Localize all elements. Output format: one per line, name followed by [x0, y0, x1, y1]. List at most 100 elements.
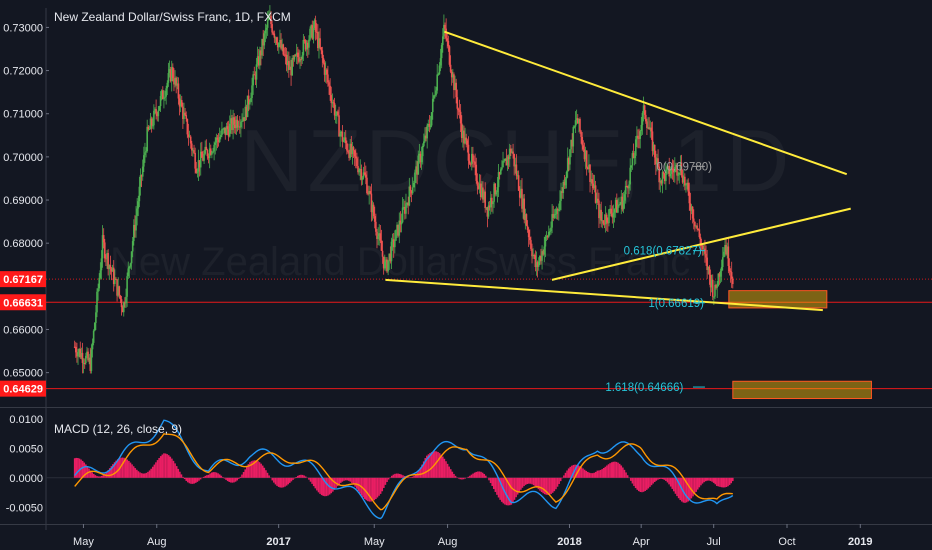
candle-body — [373, 216, 376, 222]
macd-tick-label: -0.0050 — [6, 502, 43, 514]
candle-body — [99, 270, 102, 278]
candle-body — [610, 208, 613, 214]
candle-body — [475, 164, 478, 181]
x-tick-label: Jul — [707, 536, 721, 548]
candle-body — [213, 144, 215, 152]
candle-body — [458, 110, 461, 112]
candle-body — [319, 38, 321, 48]
candle-body — [557, 209, 560, 211]
candle-body — [544, 237, 547, 247]
candle-body — [405, 203, 407, 214]
candle-body — [528, 237, 531, 241]
candle-body — [436, 74, 439, 91]
candle-body — [206, 150, 209, 157]
candle-body — [184, 112, 186, 116]
candle-body — [696, 225, 698, 229]
y-tick-label: 0.70000 — [3, 152, 43, 164]
candle-body — [151, 125, 154, 127]
candle-body — [228, 123, 231, 137]
candle-body — [167, 73, 170, 83]
price-badge-label: 0.67167 — [3, 274, 43, 286]
candle-body — [721, 257, 724, 268]
candle-body — [457, 108, 460, 111]
candle-body — [646, 121, 648, 128]
candle-body — [549, 231, 551, 233]
candle-body — [387, 260, 389, 272]
candle-body — [468, 160, 471, 164]
candle-body — [476, 180, 479, 186]
candle-body — [543, 246, 546, 255]
macd-tick-label: 0.0100 — [9, 414, 43, 426]
candle-body — [465, 137, 468, 141]
candle-body — [131, 241, 134, 252]
candle-body — [381, 250, 384, 257]
candle-body — [474, 161, 476, 165]
candle-body — [417, 155, 420, 175]
candle-body — [377, 236, 379, 239]
candle-body — [502, 161, 504, 168]
candle-body — [469, 163, 472, 165]
candle-body — [141, 166, 144, 177]
candle-body — [102, 235, 105, 243]
price-badge-label: 0.64629 — [3, 384, 43, 396]
candle-body — [165, 88, 167, 97]
candle-body — [185, 115, 188, 119]
trendline — [551, 207, 851, 281]
x-tick-label: May — [73, 536, 94, 548]
candle-body — [630, 165, 633, 168]
candle-body — [515, 164, 518, 176]
x-tick-label: Apr — [633, 536, 650, 548]
candle-body — [344, 137, 347, 144]
candle-body — [92, 330, 95, 343]
x-tick-label: 2018 — [557, 536, 581, 548]
candle-body — [698, 229, 701, 238]
candle-body — [194, 152, 196, 169]
candle-body — [711, 279, 714, 297]
candle-body — [251, 85, 253, 98]
candle-body — [265, 27, 268, 30]
chart-title: New Zealand Dollar/Swiss Franc, 1D, FXCM — [54, 10, 291, 24]
candle-body — [85, 355, 87, 363]
candle-body — [687, 182, 689, 192]
candle-body — [97, 288, 99, 292]
candle-body — [278, 42, 280, 48]
candle-body — [90, 349, 93, 371]
candle-body — [591, 179, 594, 184]
candle-body — [312, 28, 315, 39]
candle-body — [554, 213, 557, 215]
candle-body — [395, 229, 397, 241]
candle-body — [95, 312, 97, 323]
fib-level-label: 0(0.69780) — [656, 161, 712, 173]
candle-body — [98, 277, 101, 289]
candle-body — [328, 82, 330, 86]
y-tick-label: 0.69000 — [3, 195, 43, 207]
candle-body — [216, 137, 219, 140]
candle-body — [622, 200, 625, 210]
candle-body — [705, 253, 707, 258]
candle-body — [164, 96, 166, 98]
candle-body — [337, 111, 339, 116]
candle-body — [499, 169, 502, 175]
candle-body — [211, 152, 213, 155]
candle-body — [732, 278, 734, 285]
candle-body — [330, 95, 333, 103]
candle-body — [440, 45, 443, 59]
candle-body — [430, 112, 433, 126]
candle-body — [309, 28, 311, 40]
candle-body — [320, 47, 323, 51]
candle-body — [434, 95, 436, 97]
candle-body — [421, 145, 424, 157]
candle-body — [431, 98, 434, 113]
candle-body — [296, 52, 299, 58]
candle-body — [623, 194, 626, 201]
candle-body — [624, 185, 627, 195]
price-chart-svg[interactable]: 0.73000 0.72000 0.71000 0.70000 0.69000 0.680… — [0, 0, 932, 550]
chart-stage[interactable]: NZDCHF, 1D New Zealand Dollar/Swiss Fran… — [0, 0, 932, 550]
candle-body — [537, 261, 540, 267]
candle-body — [162, 90, 164, 100]
candle-body — [201, 151, 203, 158]
candle-body — [629, 167, 631, 185]
candle-body — [501, 167, 503, 170]
candle-body — [333, 103, 336, 116]
candle-body — [639, 131, 642, 139]
